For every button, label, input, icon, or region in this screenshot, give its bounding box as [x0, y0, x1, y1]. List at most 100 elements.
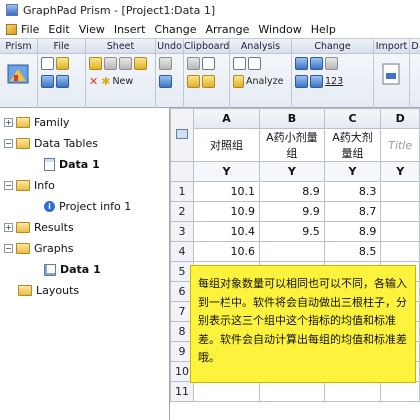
subcolumn-header: Y — [380, 161, 420, 182]
menu-edit[interactable]: Edit — [48, 23, 69, 36]
tree-info[interactable]: − Info — [4, 179, 55, 192]
open-file-icon[interactable] — [56, 56, 69, 70]
data-cell[interactable] — [323, 381, 382, 402]
data-cell[interactable]: 9.5 — [259, 221, 325, 242]
file-menu-icon — [6, 23, 17, 35]
sheet-format-icon[interactable] — [134, 56, 147, 70]
insert-column-icon[interactable] — [295, 56, 308, 70]
data-cell[interactable] — [259, 381, 325, 402]
data-cell[interactable]: 8.9 — [259, 181, 325, 202]
save-all-icon[interactable] — [56, 74, 69, 88]
column-letter[interactable]: B — [259, 108, 325, 129]
row-number[interactable]: 1 — [170, 181, 194, 202]
folder-icon — [16, 138, 30, 149]
menu-bar: File Edit View Insert Change Arrange Win… — [0, 20, 420, 38]
group-import: Import — [374, 39, 410, 109]
data-cell[interactable]: 10.9 — [192, 201, 261, 222]
menu-file[interactable]: File — [21, 23, 39, 36]
folder-icon — [16, 180, 30, 191]
row-number[interactable]: 3 — [170, 221, 194, 242]
column-title[interactable]: A药小剂量组 — [259, 128, 325, 162]
group-sheet: Sheet ✕ ✱ New — [86, 39, 156, 109]
data-cell[interactable] — [380, 221, 420, 242]
collapse-icon[interactable]: − — [4, 139, 13, 148]
data-cell[interactable]: 10.6 — [192, 241, 261, 262]
sheet-tool2-icon[interactable] — [119, 56, 132, 70]
tree-family[interactable]: + Family — [4, 116, 69, 129]
menu-view[interactable]: View — [79, 23, 105, 36]
column-title[interactable]: A药大剂量组 — [323, 128, 382, 162]
analysis-stats-icon[interactable] — [233, 56, 246, 70]
prism-home-icon[interactable] — [6, 61, 32, 89]
edit-sheet-icon[interactable] — [89, 56, 102, 70]
column-title[interactable]: Title — [380, 128, 420, 162]
new-sheet-icon[interactable]: ✱ — [101, 75, 110, 88]
title-bar: GraphPad Prism - [Project1:Data 1] — [0, 0, 420, 20]
row-header-blank — [170, 161, 194, 182]
menu-change[interactable]: Change — [154, 23, 196, 36]
data-cell[interactable] — [380, 381, 420, 402]
group-label-change: Change — [292, 39, 373, 54]
column-letter[interactable]: A — [192, 108, 261, 129]
transform-icon[interactable] — [325, 56, 338, 70]
table-row: 2 10.9 9.9 8.7 — [170, 201, 420, 222]
expand-icon[interactable]: + — [4, 118, 13, 127]
data-cell[interactable]: 8.9 — [323, 221, 382, 242]
menu-insert[interactable]: Insert — [114, 23, 146, 36]
info-icon: i — [44, 201, 55, 212]
undo-icon[interactable] — [159, 74, 172, 88]
sort-icon[interactable] — [310, 74, 323, 88]
column-letter[interactable]: C — [323, 108, 382, 129]
redo-icon[interactable] — [159, 56, 172, 70]
row-number[interactable]: 11 — [170, 381, 194, 402]
row-number[interactable]: 4 — [170, 241, 194, 262]
annotation-note: 每组对象数量可以相同也可以不同，各输入到一栏中。软件将会自动做出三根柱子，分别表… — [190, 265, 416, 383]
new-file-icon[interactable] — [41, 56, 54, 70]
menu-window[interactable]: Window — [258, 23, 301, 36]
new-sheet-button[interactable]: New — [112, 76, 133, 87]
menu-arrange[interactable]: Arrange — [206, 23, 250, 36]
column-title[interactable]: 对照组 — [192, 128, 261, 162]
collapse-icon[interactable]: − — [4, 244, 13, 253]
tree-results[interactable]: + Results — [4, 221, 74, 234]
tree-data-1[interactable]: Data 1 — [44, 158, 100, 171]
column-letter[interactable]: D — [380, 108, 420, 129]
data-cell[interactable] — [192, 381, 261, 402]
table-format-icon[interactable] — [295, 74, 308, 88]
data-cell[interactable]: 10.1 — [192, 181, 261, 202]
tree-graph-data-1[interactable]: Data 1 — [44, 263, 101, 276]
data-cell[interactable]: 8.5 — [323, 241, 382, 262]
row-number[interactable]: 2 — [170, 201, 194, 222]
delete-sheet-icon[interactable]: ✕ — [89, 75, 98, 88]
collapse-icon[interactable]: − — [4, 181, 13, 190]
tree-layouts[interactable]: Layouts — [18, 284, 79, 297]
data-cell[interactable]: 9.9 — [259, 201, 325, 222]
paste-icon[interactable] — [187, 74, 200, 88]
data-cell[interactable] — [380, 181, 420, 202]
tree-data-tables[interactable]: − Data Tables — [4, 137, 98, 150]
analysis-stats2-icon[interactable] — [248, 56, 261, 70]
menu-help[interactable]: Help — [311, 23, 336, 36]
group-label-analysis: Analysis — [230, 39, 291, 54]
data-cell[interactable]: 10.4 — [192, 221, 261, 242]
insert-row-icon[interactable] — [310, 56, 323, 70]
table-corner[interactable] — [170, 108, 194, 162]
data-cell[interactable] — [380, 241, 420, 262]
tree-graphs[interactable]: − Graphs — [4, 242, 73, 255]
sheet-tool-icon[interactable] — [104, 56, 117, 70]
group-analysis: Analysis Analyze — [230, 39, 292, 109]
data-cell[interactable]: 8.7 — [323, 201, 382, 222]
data-cell[interactable]: 8.3 — [323, 181, 382, 202]
analyze-button[interactable]: Analyze — [246, 76, 283, 87]
subcolumn-header: Y — [259, 161, 325, 182]
import-file-icon[interactable] — [380, 61, 406, 89]
data-cell[interactable] — [259, 241, 325, 262]
save-icon[interactable] — [41, 74, 54, 88]
paste-special-icon[interactable] — [202, 74, 215, 88]
tree-project-info[interactable]: i Project info 1 — [44, 200, 131, 213]
data-cell[interactable] — [380, 201, 420, 222]
cut-icon[interactable] — [187, 56, 200, 70]
number-format-button[interactable]: 123 — [325, 76, 343, 87]
expand-icon[interactable]: + — [4, 223, 13, 232]
copy-icon[interactable] — [202, 56, 215, 70]
